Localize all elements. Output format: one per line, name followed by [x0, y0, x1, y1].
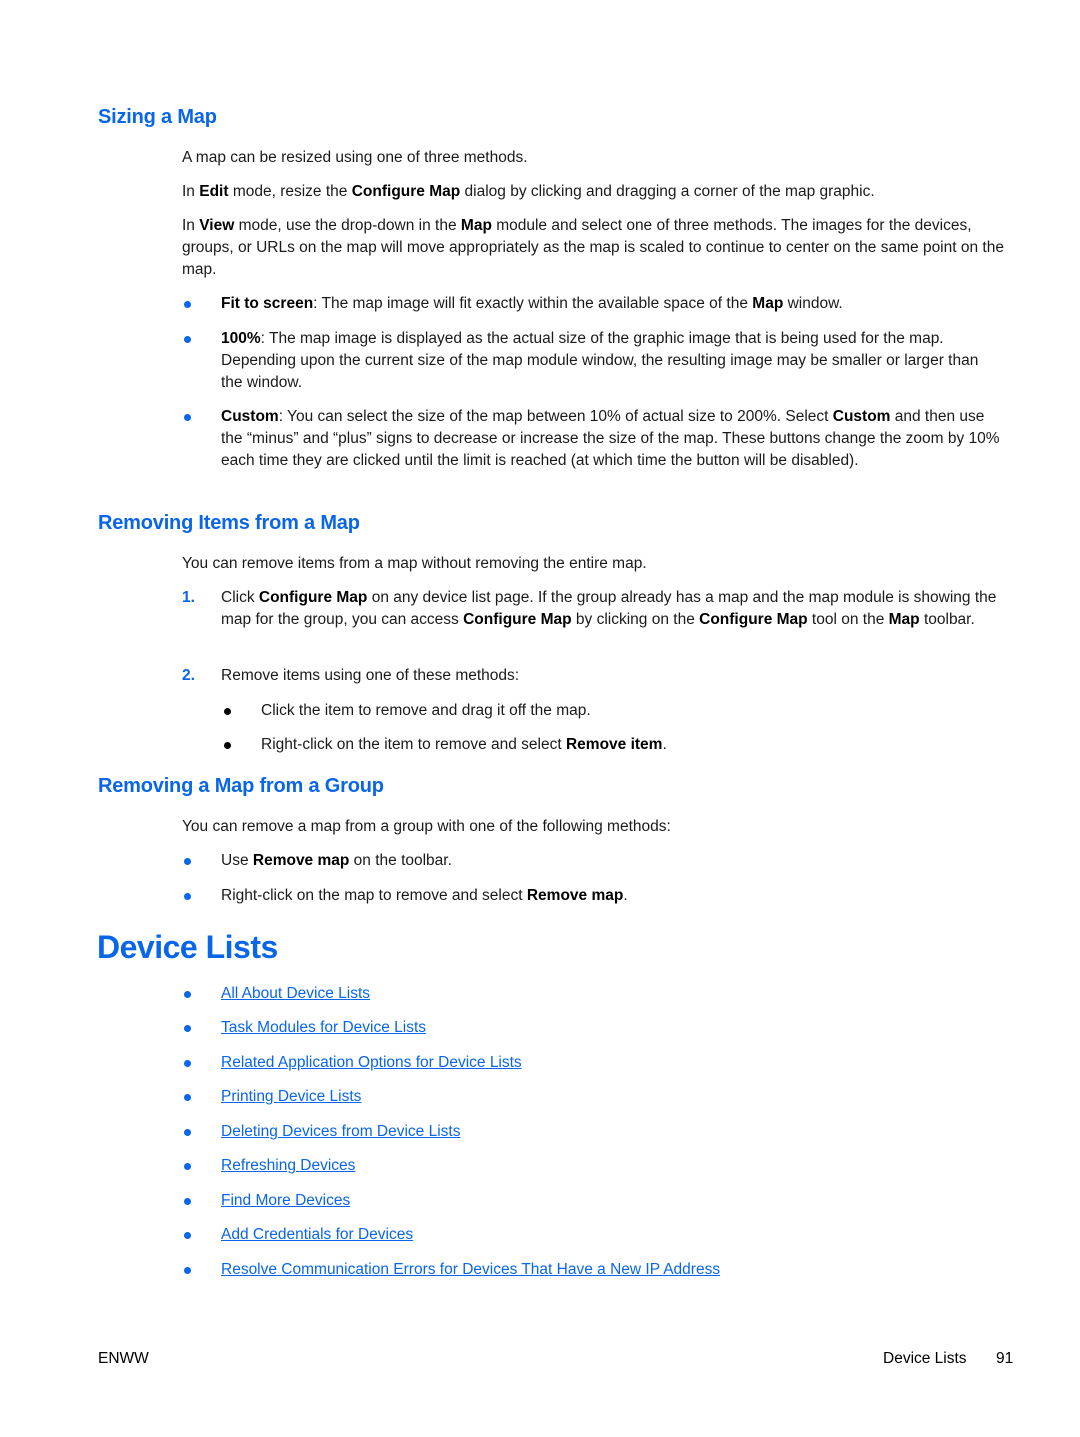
bullet-icon	[184, 414, 191, 421]
link-task-modules[interactable]: Task Modules for Device Lists	[221, 1017, 1001, 1039]
link-resolve-communication-errors[interactable]: Resolve Communication Errors for Devices…	[221, 1259, 1001, 1281]
page-number: 91	[996, 1350, 1014, 1367]
bullet-icon	[184, 858, 191, 865]
step-number: 1.	[182, 589, 195, 606]
link-add-credentials[interactable]: Add Credentials for Devices	[221, 1224, 1001, 1246]
link-refreshing-devices[interactable]: Refreshing Devices	[221, 1155, 1001, 1177]
bullet-icon	[184, 1232, 191, 1239]
paragraph: In View mode, use the drop-down in the M…	[182, 217, 1004, 278]
bullet-icon	[184, 301, 191, 308]
chapter-title: Device Lists	[97, 929, 278, 965]
footer-section-name: Device Lists	[883, 1350, 967, 1367]
bullet-icon	[184, 336, 191, 343]
bullet-icon	[184, 1129, 191, 1136]
paragraph: You can remove items from a map without …	[182, 555, 647, 572]
heading-sizing-a-map: Sizing a Map	[98, 106, 217, 128]
link-deleting-devices[interactable]: Deleting Devices from Device Lists	[221, 1121, 1001, 1143]
link-printing-device-lists[interactable]: Printing Device Lists	[221, 1086, 1001, 1108]
bullet-icon	[184, 1267, 191, 1274]
bullet-icon	[224, 742, 231, 749]
bullet-icon	[184, 1094, 191, 1101]
bullet-icon	[184, 1163, 191, 1170]
bullet-icon	[184, 1060, 191, 1067]
link-related-application-options[interactable]: Related Application Options for Device L…	[221, 1052, 1001, 1074]
heading-removing-map: Removing a Map from a Group	[98, 775, 384, 797]
paragraph: In Edit mode, resize the Configure Map d…	[182, 183, 875, 200]
paragraph: You can remove a map from a group with o…	[182, 818, 671, 835]
document-page: Sizing a Map A map can be resized using …	[97, 106, 1014, 1367]
bullet-icon	[184, 893, 191, 900]
footer-left-label: ENWW	[98, 1350, 149, 1367]
bullet-icon	[224, 708, 231, 715]
step-number: 2.	[182, 667, 195, 684]
bullet-icon	[184, 991, 191, 998]
heading-removing-items: Removing Items from a Map	[98, 512, 360, 534]
bullet-icon	[184, 1025, 191, 1032]
link-all-about-device-lists[interactable]: All About Device Lists	[221, 983, 1001, 1005]
bullet-icon	[184, 1198, 191, 1205]
link-find-more-devices[interactable]: Find More Devices	[221, 1190, 1001, 1212]
paragraph: A map can be resized using one of three …	[182, 149, 528, 166]
